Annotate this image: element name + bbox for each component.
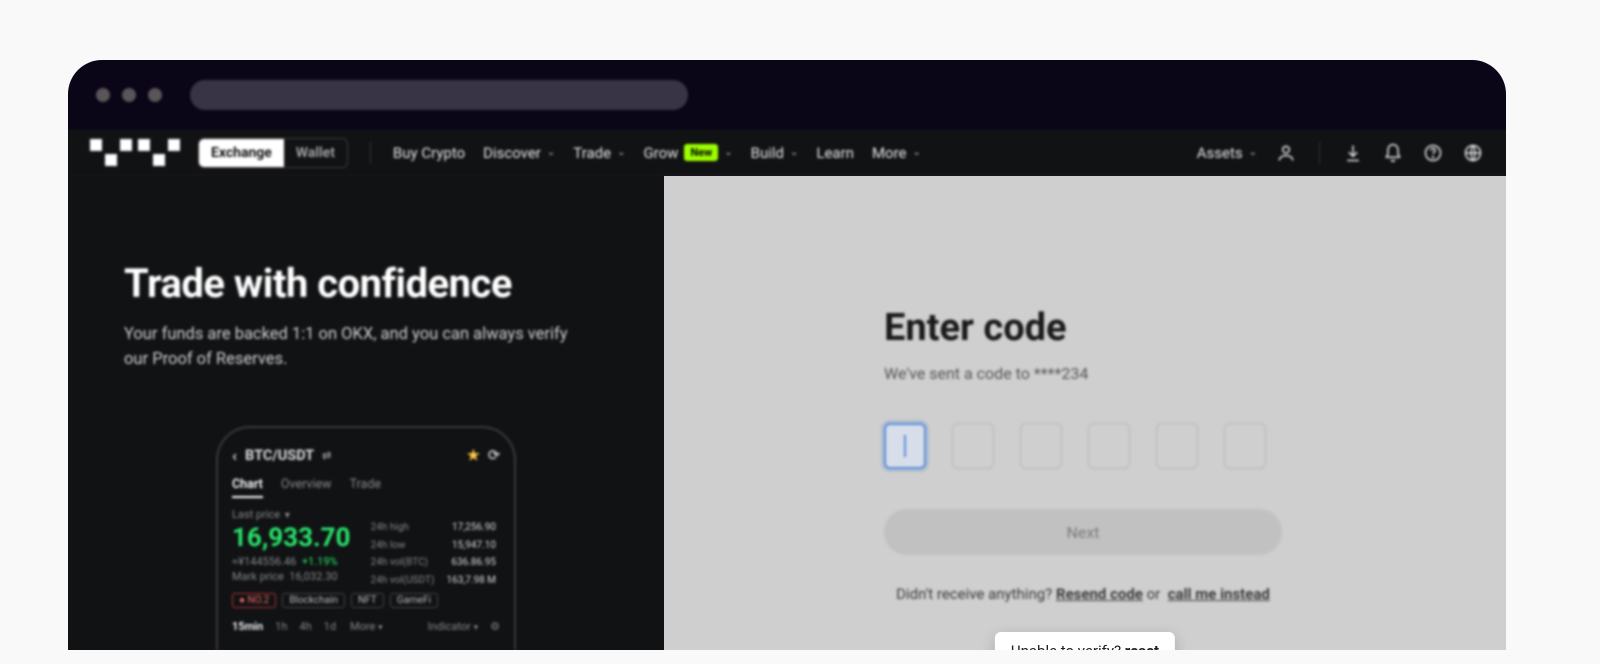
nav-buy-crypto[interactable]: Buy Crypto [393,144,465,162]
chevron-down-icon: ⌄ [913,147,921,158]
code-digit-4[interactable] [1088,423,1130,469]
chevron-down-icon: ⌄ [790,147,798,158]
code-input-group [884,423,1426,469]
tf-indicator: Indicator ▾ [428,620,478,633]
resend-code-link[interactable]: Resend code [1056,585,1143,603]
help-icon[interactable] [1422,142,1444,164]
chevron-down-icon: ⌄ [617,147,625,158]
hero-subtitle: Your funds are backed 1:1 on OKX, and yo… [124,323,594,373]
nav-assets[interactable]: Assets⌄ [1197,144,1257,162]
code-digit-3[interactable] [1020,423,1062,469]
new-badge: New [684,144,718,161]
tf-1d: 1d [324,620,336,633]
masked-destination: ****234 [1034,364,1089,383]
tf-4h: 4h [299,620,311,633]
code-digit-2[interactable] [952,423,994,469]
reset-tooltip: Unable to verify? reset [995,632,1175,650]
next-button[interactable]: Next [884,509,1282,555]
hero-panel: Trade with confidence Your funds are bac… [68,176,664,650]
phone-mock: ‹ BTC/USDT ⇄ ★ ⟳ Chart Overview Trade La… [216,426,516,650]
nav-build[interactable]: Build⌄ [751,144,799,162]
chevron-down-icon: ⌄ [547,147,555,158]
chip-nft: NFT [351,593,384,608]
browser-frame: Exchange Wallet Buy Crypto Discover⌄ Tra… [68,60,1506,650]
chip-blockchain: Blockchain [282,593,345,608]
tf-1h: 1h [275,620,287,633]
main-split: Trade with confidence Your funds are bac… [68,176,1506,650]
nav-grow[interactable]: GrowNew⌄ [643,144,732,162]
chevron-down-icon: ⌄ [1249,147,1257,158]
close-window-icon[interactable] [96,88,110,102]
enter-code-title: Enter code [884,306,1426,350]
address-bar[interactable] [190,80,688,110]
nav-separator [370,142,371,164]
app-window: Exchange Wallet Buy Crypto Discover⌄ Tra… [68,130,1506,650]
brand-logo[interactable] [90,139,180,166]
resend-helper: Didn't receive anything? Resend code or … [884,585,1282,603]
code-digit-1[interactable] [884,423,926,469]
globe-icon[interactable] [1462,142,1484,164]
call-me-link[interactable]: call me instead [1168,585,1270,603]
reset-link[interactable]: reset [1125,642,1159,650]
star-icon: ★ [467,447,480,464]
stat-grid: 24h high17,256.90 24h low15,947.10 24h v… [369,518,498,590]
tab-chart: Chart [232,477,263,498]
mode-toggle: Exchange Wallet [198,138,348,168]
chip-rank: ● NO.2 [232,593,276,608]
price-change: +1.19% [302,555,338,568]
nav-discover[interactable]: Discover⌄ [483,144,555,162]
sent-message: We've sent a code to ****234 [884,364,1426,383]
chevron-down-icon: ⌄ [724,147,732,158]
swap-icon: ⇄ [322,449,331,462]
tf-15min: 15min [232,620,263,633]
top-nav: Exchange Wallet Buy Crypto Discover⌄ Tra… [68,130,1506,176]
mark-price-value: 16,032.30 [289,570,337,583]
toggle-exchange[interactable]: Exchange [199,139,284,167]
toggle-wallet[interactable]: Wallet [284,139,347,167]
nav-separator [1319,142,1320,164]
refresh-icon: ⟳ [488,447,500,464]
nav-learn[interactable]: Learn [816,144,854,162]
code-digit-6[interactable] [1224,423,1266,469]
last-price-label: Last price [232,508,280,521]
tab-overview: Overview [281,477,332,498]
mark-price-label: Mark price [232,570,284,583]
approx-price: ≈¥144556.46 [232,555,296,568]
enter-code-panel: Enter code We've sent a code to ****234 … [664,176,1506,650]
nav-trade[interactable]: Trade⌄ [573,144,625,162]
bell-icon[interactable] [1382,142,1404,164]
maximize-window-icon[interactable] [148,88,162,102]
code-digit-5[interactable] [1156,423,1198,469]
browser-titlebar [68,60,1506,130]
window-controls [96,88,162,102]
trading-pair: BTC/USDT [245,447,314,464]
settings-icon: ⚙ [490,620,500,633]
tab-trade: Trade [350,477,381,498]
minimize-window-icon[interactable] [122,88,136,102]
download-icon[interactable] [1342,142,1364,164]
back-icon: ‹ [232,446,237,465]
chip-gamefi: GameFi [390,593,438,608]
account-icon[interactable] [1275,142,1297,164]
nav-more[interactable]: More⌄ [872,144,921,162]
tf-more: More ▾ [350,620,383,633]
hero-title: Trade with confidence [124,260,626,307]
